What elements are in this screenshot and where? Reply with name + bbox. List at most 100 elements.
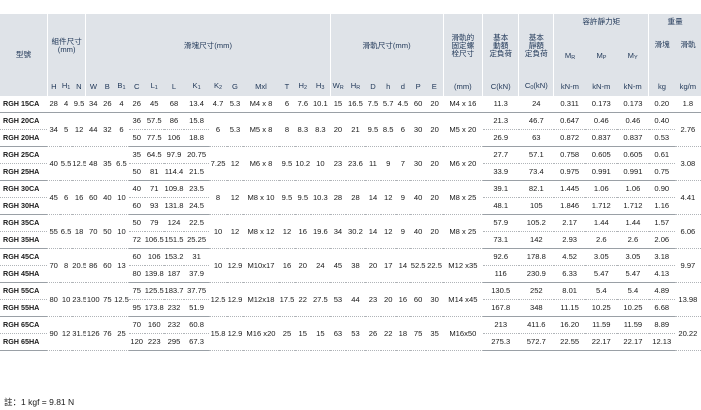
cell-HR: 53 xyxy=(345,316,366,351)
cell-G: 12 xyxy=(227,214,243,249)
cell-dyn: 26.9 xyxy=(482,129,519,147)
cell-stat: 252 xyxy=(518,282,554,300)
cell-mp: 2.6 xyxy=(585,231,618,249)
col-h: h xyxy=(380,78,396,96)
cell-H2: 22 xyxy=(294,282,311,317)
cell-h: 22 xyxy=(380,316,396,351)
cell-L1: 57.5 xyxy=(144,112,164,130)
col-HR: HR xyxy=(345,78,366,96)
cell-d: 4.5 xyxy=(395,96,411,113)
model-cell: RGH 30CA xyxy=(0,180,48,198)
cell-H1: 5 xyxy=(59,112,73,147)
cell-L1: 93 xyxy=(144,197,164,215)
cell-stat: 63 xyxy=(518,129,554,147)
cell-E: 30 xyxy=(426,282,444,317)
cell-N: 18 xyxy=(72,214,86,249)
cell-C: 50 xyxy=(128,163,145,181)
col-H: H xyxy=(46,78,60,96)
cell-H: 80 xyxy=(47,282,60,317)
cell-P: 60 xyxy=(410,282,427,317)
cell-d: 14 xyxy=(395,248,411,283)
cell-H3: 15 xyxy=(310,316,331,351)
cell-N: 23.5 xyxy=(72,282,86,317)
cell-W: 48 xyxy=(85,146,101,181)
cell-H: 55 xyxy=(47,214,60,249)
cell-D: 7.5 xyxy=(365,96,381,113)
cell-P: 40 xyxy=(410,180,427,215)
cell-mr: 0.647 xyxy=(553,112,586,130)
header-weight-block: 滑塊 xyxy=(654,39,670,49)
cell-B: 40 xyxy=(100,180,115,215)
cell-wrail: 1.8 xyxy=(674,96,701,113)
cell-my: 0.991 xyxy=(617,163,649,181)
col-L1: L1 xyxy=(144,78,164,96)
header-model: 型號 xyxy=(0,14,48,96)
cell-d: 16 xyxy=(395,282,411,317)
col-H3: H3 xyxy=(310,78,331,96)
cell-L1: 173.8 xyxy=(144,299,164,317)
cell-wblock: 12.13 xyxy=(648,333,675,351)
cell-mp: 0.46 xyxy=(585,112,618,130)
cell-dyn: 130.5 xyxy=(482,282,519,300)
cell-L: 183.7 xyxy=(163,282,185,300)
cell-K1: 31 xyxy=(184,248,209,266)
cell-C: 50 xyxy=(128,214,145,232)
header-moment-title: 容許靜力矩 xyxy=(582,17,621,26)
cell-L1: 223 xyxy=(144,333,164,351)
cell-stat: 105.2 xyxy=(518,214,554,232)
cell-L: 153.2 xyxy=(163,248,185,266)
cell-W: 60 xyxy=(85,180,101,215)
cell-my: 2.6 xyxy=(617,231,649,249)
header-rail: 滑軌尺寸(mm) xyxy=(329,14,444,78)
cell-dyn: 48.1 xyxy=(482,197,519,215)
table-row: RGH 65CA 90 12 31.5 126 76 25 70 160 232 60.8 15.8 1… xyxy=(0,316,701,351)
cell-G: 12.9 xyxy=(227,282,243,317)
cell-mr: 0.872 xyxy=(553,129,586,147)
cell-K1: 25.25 xyxy=(184,231,209,249)
cell-h: 5.7 xyxy=(380,96,396,113)
cell-mp: 3.05 xyxy=(585,248,618,266)
cell-K2: 10 xyxy=(209,214,228,249)
cell-stat: 178.8 xyxy=(518,248,554,266)
cell-HR: 38 xyxy=(345,248,366,283)
cell-H1: 6 xyxy=(59,180,73,215)
cell-G: 12 xyxy=(227,180,243,215)
cell-H1: 8 xyxy=(59,248,73,283)
cell-mr: 22.55 xyxy=(553,333,586,351)
col-mp-unit: kN-m xyxy=(585,78,618,96)
header-bolt: 滑軌的 固定螺 栓尺寸 xyxy=(442,14,483,78)
cell-mr: 11.15 xyxy=(553,299,586,317)
cell-C: 75 xyxy=(128,282,145,300)
cell-Mxl: M8 x 10 xyxy=(242,180,280,215)
cell-wblock: 0.90 xyxy=(648,180,675,198)
cell-K1: 37.75 xyxy=(184,282,209,300)
cell-C: 50 xyxy=(128,129,145,147)
col-B: B xyxy=(100,78,115,96)
cell-P: 60 xyxy=(410,96,427,113)
cell-my: 22.17 xyxy=(617,333,649,351)
cell-my: 11.59 xyxy=(617,316,649,334)
cell-bolt: M12 x35 xyxy=(443,248,483,283)
cell-P: 40 xyxy=(410,214,427,249)
cell-G: 12.9 xyxy=(227,316,243,351)
model-cell: RGH 25CA xyxy=(0,146,48,164)
cell-stat: 348 xyxy=(518,299,554,317)
cell-mp: 22.17 xyxy=(585,333,618,351)
cell-T: 12 xyxy=(279,214,295,249)
col-L: L xyxy=(163,78,185,96)
cell-C: 60 xyxy=(128,248,145,266)
cell-mr: 0.975 xyxy=(553,163,586,181)
col-kgm: kg/m xyxy=(674,78,701,96)
cell-h: 8.5 xyxy=(380,112,396,147)
cell-mp: 0.837 xyxy=(585,129,618,147)
cell-K2: 4.7 xyxy=(209,96,228,113)
cell-HR: 28 xyxy=(345,180,366,215)
cell-K1: 20.75 xyxy=(184,146,209,164)
footnote: 註：1 kgf = 9.81 N xyxy=(4,397,75,407)
model-cell: RGH 30HA xyxy=(0,197,48,215)
table-row: RGH 30CA 45 6 16 60 40 10 40 71 109.8 23.5 8 12 M8 x … xyxy=(0,180,701,215)
cell-H: 34 xyxy=(47,112,60,147)
cell-D: 23 xyxy=(365,282,381,317)
cell-K1: 60.8 xyxy=(184,316,209,334)
model-cell: RGH 65HA xyxy=(0,333,48,351)
